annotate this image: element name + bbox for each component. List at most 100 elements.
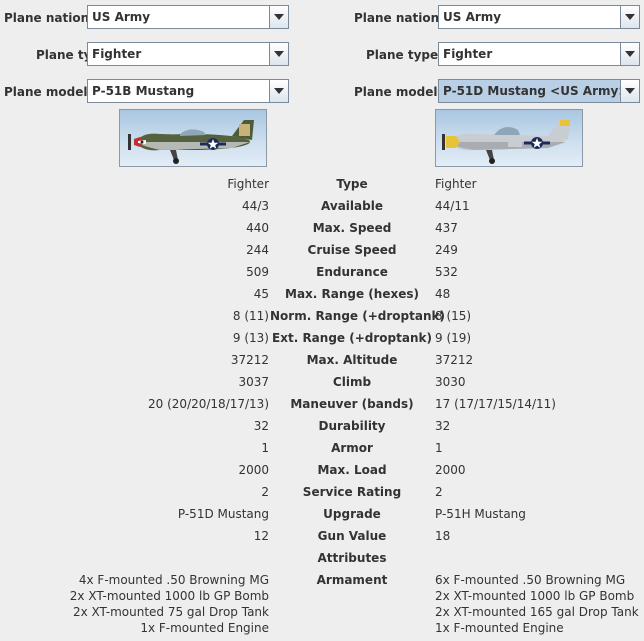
- left-stat-value: 37212: [230, 353, 269, 367]
- right-stat-value: 1: [435, 441, 443, 455]
- stat-row: P-51D Mustang Upgrade P-51H Mustang: [0, 503, 644, 525]
- right-plane-nation-label: Plane nation:: [354, 11, 444, 25]
- right-plane-nation-combobox[interactable]: US Army: [438, 5, 640, 29]
- stat-label: Attributes: [317, 551, 387, 565]
- left-stat-value: 45: [253, 287, 269, 301]
- left-plane-nation-combobox[interactable]: US Army: [87, 5, 289, 29]
- chevron-down-icon[interactable]: [620, 6, 639, 28]
- left-plane-model-value: P-51B Mustang: [92, 84, 195, 98]
- right-stat-value: 44/11: [435, 199, 470, 213]
- stat-label: Max. Load: [317, 463, 387, 477]
- left-stat-value: 2000: [238, 463, 269, 477]
- stat-row: 12 Gun Value 18: [0, 525, 644, 547]
- stat-row: 9 (13) Ext. Range (+droptank) 9 (19): [0, 327, 644, 349]
- left-stat-value: 509: [246, 265, 269, 279]
- stat-label: Gun Value: [317, 529, 387, 543]
- right-stat-value: 9 (19): [435, 331, 472, 345]
- left-stat-value: 440: [246, 221, 269, 235]
- armament-item: 6x F-mounted .50 Browning MG: [435, 573, 626, 587]
- right-stat-value: 48: [435, 287, 451, 301]
- left-stat-value: 1: [261, 441, 269, 455]
- stat-row: 8 (11) Norm. Range (+droptank) 8 (15): [0, 305, 644, 327]
- right-stat-value: 8 (15): [435, 309, 472, 323]
- right-stat-value: P-51H Mustang: [435, 507, 526, 521]
- chevron-down-icon[interactable]: [269, 43, 288, 65]
- right-stat-value: 532: [435, 265, 458, 279]
- right-stat-value: 32: [435, 419, 451, 433]
- stat-label: Max. Speed: [312, 221, 392, 235]
- right-stat-value: 17 (17/17/15/14/11): [435, 397, 556, 411]
- right-plane-type-value: Fighter: [443, 47, 493, 61]
- left-stat-value: 44/3: [242, 199, 269, 213]
- left-stat-value: P-51D Mustang: [177, 507, 269, 521]
- stat-label: Norm. Range (+droptank): [270, 309, 445, 323]
- armament-item: 2x XT-mounted 1000 lb GP Bomb: [435, 589, 635, 603]
- stat-row: 37212 Max. Altitude 37212: [0, 349, 644, 371]
- chevron-down-icon[interactable]: [269, 6, 288, 28]
- right-plane-nation-value: US Army: [443, 10, 502, 24]
- right-plane-model-combobox[interactable]: P-51D Mustang <US Army>: [438, 79, 640, 103]
- left-plane-nation-label: Plane nation:: [4, 11, 94, 25]
- stat-label: Max. Altitude: [306, 353, 398, 367]
- left-plane-nation-value: US Army: [92, 10, 151, 24]
- left-plane-type-value: Fighter: [92, 47, 142, 61]
- left-stat-value: 244: [246, 243, 269, 257]
- p51d-mustang-profile-image: [442, 120, 570, 164]
- right-plane-model-label: Plane model:: [354, 85, 443, 99]
- right-plane-type-combobox[interactable]: Fighter: [438, 42, 640, 66]
- stat-label: Service Rating: [302, 485, 402, 499]
- left-plane-type-combobox[interactable]: Fighter: [87, 42, 289, 66]
- stat-label: Upgrade: [323, 507, 381, 521]
- stat-label: Armor: [331, 441, 373, 455]
- stat-label: Ext. Range (+droptank): [272, 331, 432, 345]
- stat-label: Durability: [318, 419, 386, 433]
- left-armament-list: 4x F-mounted .50 Browning MG 2x XT-mounte…: [70, 572, 269, 636]
- stat-label: Endurance: [316, 265, 388, 279]
- right-stat-value: Fighter: [435, 177, 477, 191]
- right-stat-value: 437: [435, 221, 458, 235]
- right-stat-value: 18: [435, 529, 451, 543]
- stat-label: Type: [336, 177, 368, 191]
- left-plane-model-combobox[interactable]: P-51B Mustang: [87, 79, 289, 103]
- stat-row: 44/3 Available 44/11: [0, 195, 644, 217]
- stat-label: Maneuver (bands): [290, 397, 414, 411]
- armament-item: 1x F-mounted Engine: [140, 621, 269, 635]
- armament-item: 1x F-mounted Engine: [435, 621, 564, 635]
- stat-row: 2000 Max. Load 2000: [0, 459, 644, 481]
- right-stat-value: 3030: [435, 375, 466, 389]
- right-stat-value: 2000: [435, 463, 466, 477]
- left-plane-model-label: Plane model:: [4, 85, 93, 99]
- stat-label: Available: [321, 199, 383, 213]
- left-stat-value: 2: [261, 485, 269, 499]
- stat-row: 20 (20/20/18/17/13) Maneuver (bands) 17 (1…: [0, 393, 644, 415]
- right-stat-value: 2: [435, 485, 443, 499]
- armament-item: 2x XT-mounted 165 gal Drop Tank: [435, 605, 639, 619]
- left-stat-value: 32: [253, 419, 269, 433]
- stat-row: 509 Endurance 532: [0, 261, 644, 283]
- stat-row: 244 Cruise Speed 249: [0, 239, 644, 261]
- left-stat-value: Fighter: [227, 177, 269, 191]
- stat-row: 1 Armor 1: [0, 437, 644, 459]
- p51b-mustang-profile-image: [128, 120, 254, 164]
- stat-row: 440 Max. Speed 437: [0, 217, 644, 239]
- left-stat-value: 20 (20/20/18/17/13): [148, 397, 269, 411]
- left-plane-image: [119, 109, 267, 167]
- armament-item: 2x XT-mounted 1000 lb GP Bomb: [69, 589, 269, 603]
- stat-label: Cruise Speed: [307, 243, 397, 257]
- left-stat-value: 3037: [238, 375, 269, 389]
- chevron-down-icon[interactable]: [620, 80, 639, 102]
- right-armament-list: 6x F-mounted .50 Browning MG 2x XT-mounte…: [435, 572, 639, 636]
- left-stat-value: 12: [253, 529, 269, 543]
- right-stat-value: 249: [435, 243, 458, 257]
- chevron-down-icon[interactable]: [269, 80, 288, 102]
- stat-label: Max. Range (hexes): [285, 287, 419, 301]
- armament-label: Armament: [316, 573, 388, 587]
- stat-row: 45 Max. Range (hexes) 48: [0, 283, 644, 305]
- stat-row: 2 Service Rating 2: [0, 481, 644, 503]
- right-stat-value: 37212: [435, 353, 474, 367]
- right-plane-type-label: Plane type:: [366, 48, 443, 62]
- armament-item: 4x F-mounted .50 Browning MG: [78, 573, 269, 587]
- stat-row: Fighter Type Fighter: [0, 173, 644, 195]
- stat-label: Climb: [332, 375, 372, 389]
- chevron-down-icon[interactable]: [620, 43, 639, 65]
